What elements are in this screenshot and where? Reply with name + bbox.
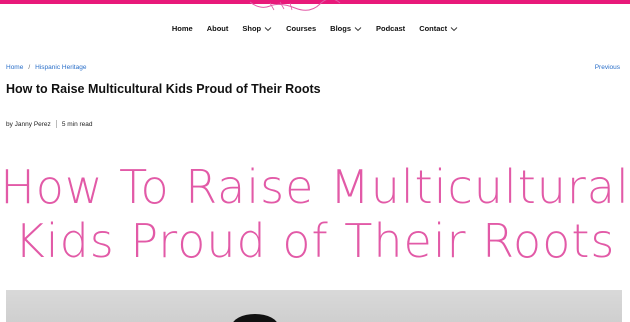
nav-shop-label: Shop xyxy=(242,24,262,33)
page-title: How to Raise Multicultural Kids Proud of… xyxy=(6,82,321,96)
nav-about[interactable]: About xyxy=(207,24,229,33)
chevron-down-icon xyxy=(264,26,272,31)
nav-blogs-label: Blogs xyxy=(330,24,351,33)
nav-podcast[interactable]: Podcast xyxy=(376,24,405,33)
read-time: 5 min read xyxy=(61,120,93,128)
breadcrumb: Home / Hispanic Heritage xyxy=(6,64,86,71)
main-nav: Home About Shop Courses Blogs Podcast Co… xyxy=(0,24,630,33)
hero-title-graphic: How To Raise Multicultural Kids Proud of… xyxy=(0,160,630,268)
chevron-down-icon xyxy=(450,26,458,31)
hero-line-2: Kids Proud of Their Roots xyxy=(14,214,616,268)
breadcrumb-home-link[interactable]: Home xyxy=(6,64,23,71)
breadcrumb-category-link[interactable]: Hispanic Heritage xyxy=(35,64,86,71)
featured-image xyxy=(6,290,622,322)
nav-shop[interactable]: Shop xyxy=(242,24,272,33)
site-logo[interactable] xyxy=(240,0,350,12)
nav-contact-label: Contact xyxy=(419,24,448,33)
nav-podcast-label: Podcast xyxy=(376,24,406,33)
post-byline: by Janny Perez 5 min read xyxy=(6,120,93,128)
previous-post-link[interactable]: Previous xyxy=(595,64,620,71)
child-photo xyxy=(232,314,278,322)
nav-home[interactable]: Home xyxy=(172,24,193,33)
nav-blogs[interactable]: Blogs xyxy=(330,24,362,33)
chevron-down-icon xyxy=(354,26,362,31)
nav-about-label: About xyxy=(206,24,229,33)
nav-courses-label: Courses xyxy=(286,24,317,33)
byline-divider xyxy=(55,120,57,128)
nav-contact[interactable]: Contact xyxy=(419,24,458,33)
breadcrumb-separator: / xyxy=(28,64,31,71)
author-link[interactable]: by Janny Perez xyxy=(6,121,51,128)
nav-courses[interactable]: Courses xyxy=(286,24,316,33)
nav-home-label: Home xyxy=(171,24,193,33)
hero-line-1: How To Raise Multicultural xyxy=(0,160,630,214)
